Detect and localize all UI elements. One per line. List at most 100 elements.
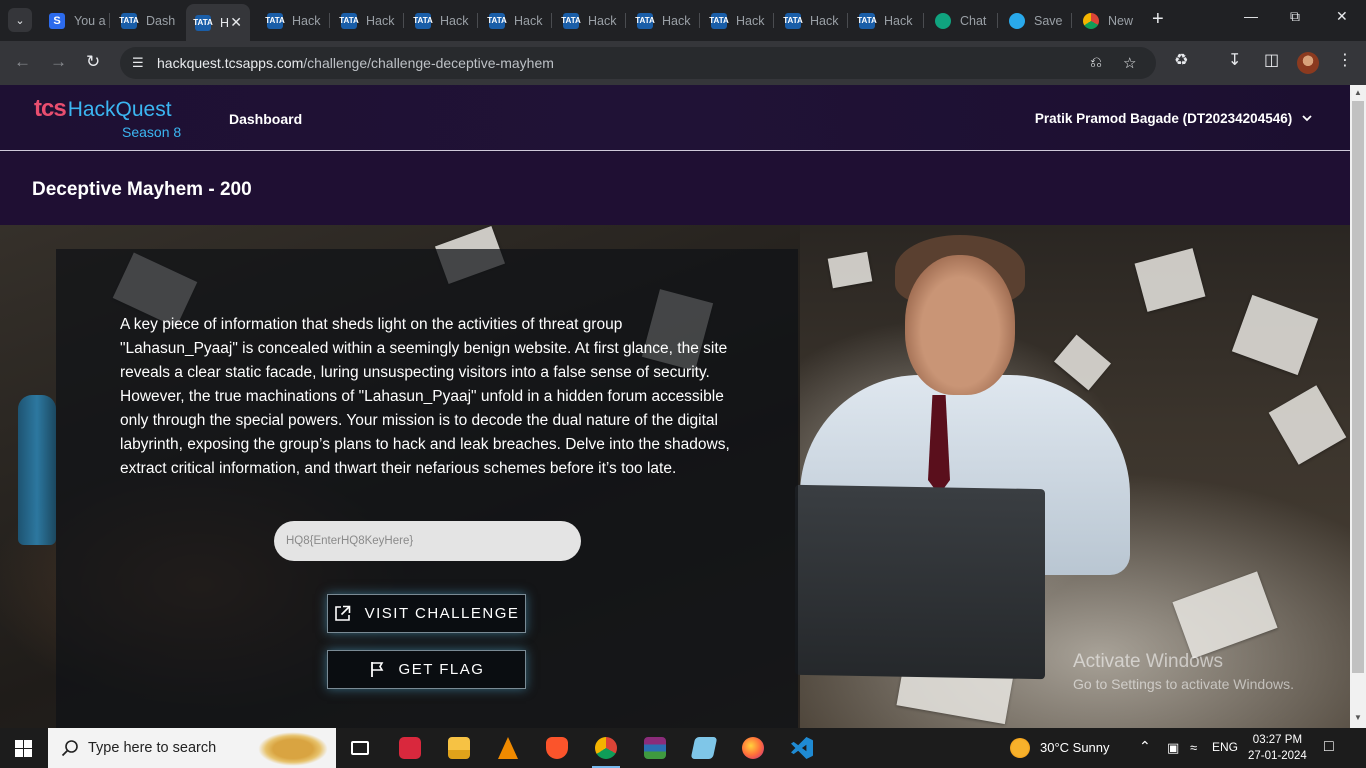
browser-tab[interactable]: Chat	[926, 6, 998, 35]
user-menu[interactable]: Pratik Pramod Bagade (DT20234204546)	[1035, 111, 1312, 126]
tab-separator	[477, 13, 478, 28]
browser-tab[interactable]: New	[1074, 6, 1146, 35]
chrome-menu-icon[interactable]: ⋮	[1337, 53, 1353, 69]
close-tab-icon[interactable]: ✕	[230, 14, 242, 31]
profile-avatar[interactable]	[1297, 52, 1319, 74]
clock-date: 27-01-2024	[1248, 750, 1307, 762]
visit-challenge-button[interactable]: VISIT CHALLENGE	[327, 594, 526, 633]
browser-tab-label: Hack	[588, 13, 617, 28]
browser-tab[interactable]: TATA H ✕	[186, 4, 250, 41]
forward-icon[interactable]: →	[50, 53, 67, 70]
get-flag-button[interactable]: GET FLAG	[327, 650, 526, 689]
tab-separator	[109, 13, 110, 28]
notifications-icon[interactable]: □	[1324, 738, 1334, 756]
notepad-icon[interactable]	[680, 728, 728, 768]
tata-favicon-icon: TATA	[413, 12, 433, 29]
background-person-face	[905, 255, 1015, 395]
address-bar[interactable]: ☰ hackquest.tcsapps.com/challenge/challe…	[120, 47, 1156, 79]
downloads-icon[interactable]: ↧	[1228, 53, 1241, 69]
background-paper	[1268, 385, 1347, 465]
url-text[interactable]: hackquest.tcsapps.com/challenge/challeng…	[157, 55, 554, 71]
translate-icon[interactable]: ⎌	[1090, 54, 1102, 71]
new-tab-button[interactable]: +	[1152, 9, 1164, 29]
tata-favicon-icon: TATA	[709, 12, 729, 29]
page-scrollbar[interactable]: ▲ ▼	[1350, 85, 1366, 728]
wifi-icon[interactable]: ≈	[1190, 740, 1197, 755]
browser-tab-label: Hack	[514, 13, 543, 28]
minimize-icon[interactable]: —	[1244, 8, 1258, 24]
browser-tab-label: Dash	[146, 13, 176, 28]
screen-recorder-icon[interactable]	[386, 728, 434, 768]
taskbar-clock[interactable]: 03:27 PM 27-01-2024	[1248, 732, 1307, 764]
browser-tab-label: You a	[74, 13, 106, 28]
browser-tab[interactable]: TATA Dash	[112, 6, 184, 35]
nav-dashboard-link[interactable]: Dashboard	[229, 111, 302, 127]
tab-separator	[699, 13, 700, 28]
browser-tab[interactable]: Save	[1000, 6, 1072, 35]
browser-tab-label: H	[220, 15, 230, 30]
tab-search-button[interactable]: ⌄	[8, 8, 32, 32]
browser-tab-label: Chat	[960, 13, 987, 28]
tata-favicon-icon: TATA	[635, 12, 655, 29]
chevron-down-icon	[1302, 110, 1312, 125]
browser-tab[interactable]: TATA Hack	[480, 6, 552, 35]
weather-sun-icon[interactable]	[1010, 738, 1030, 758]
windows-taskbar: Type here to search 30°C Sunny ⌃ ▣ ≈ ENG…	[0, 728, 1366, 768]
extensions-icon[interactable]: ♻	[1174, 53, 1188, 69]
network-icon[interactable]: ▣	[1167, 740, 1179, 756]
brave-browser-icon[interactable]	[533, 728, 581, 768]
reload-icon[interactable]: ↻	[86, 53, 100, 70]
browser-tab[interactable]: TATA Hack	[850, 6, 924, 35]
browser-tab[interactable]: TATA Hack	[628, 6, 700, 35]
bookmark-star-icon[interactable]: ☆	[1123, 54, 1136, 72]
firefox-icon[interactable]	[729, 728, 777, 768]
taskbar-search[interactable]: Type here to search	[48, 728, 336, 768]
tab-separator	[773, 13, 774, 28]
hackquest-logo[interactable]: tcsHackQuest Season 8	[34, 95, 181, 140]
browser-tab-label: Save	[1034, 13, 1063, 28]
task-view-icon[interactable]	[336, 728, 384, 768]
browser-tab[interactable]: TATA Hack	[776, 6, 848, 35]
s-favicon-icon: S	[49, 12, 65, 29]
tab-separator	[1071, 13, 1072, 28]
browser-tab-label: Hack	[440, 13, 469, 28]
search-icon	[61, 740, 78, 757]
tab-separator	[329, 13, 330, 28]
chrome-icon[interactable]	[582, 728, 630, 768]
tab-separator	[625, 13, 626, 28]
browser-tab[interactable]: TATA Hack	[554, 6, 626, 35]
side-panel-icon[interactable]: ◫	[1264, 53, 1279, 69]
language-indicator[interactable]: ENG	[1212, 740, 1238, 754]
browser-tab[interactable]: TATA Hack	[406, 6, 478, 35]
browser-tab[interactable]: TATA Hack	[258, 6, 330, 35]
back-icon[interactable]: ←	[14, 53, 31, 70]
vlc-icon[interactable]	[484, 728, 532, 768]
browser-tab[interactable]: TATA Hack	[702, 6, 774, 35]
scroll-up-icon[interactable]: ▲	[1354, 88, 1362, 97]
browser-tab[interactable]: S You a	[40, 6, 110, 35]
clock-time: 03:27 PM	[1252, 734, 1303, 746]
challenge-hero: A key piece of information that sheds li…	[0, 225, 1350, 728]
tata-favicon-icon: TATA	[119, 12, 139, 29]
file-explorer-icon[interactable]	[435, 728, 483, 768]
background-paper	[827, 251, 873, 289]
challenge-title-bar: Deceptive Mayhem - 200	[0, 152, 1350, 225]
windows-start-icon[interactable]	[15, 740, 32, 757]
tray-overflow-icon[interactable]: ⌃	[1139, 738, 1151, 755]
scroll-down-icon[interactable]: ▼	[1354, 713, 1362, 722]
tab-separator	[997, 13, 998, 28]
restore-icon[interactable]: ⧉	[1290, 8, 1300, 25]
site-info-icon[interactable]: ☰	[132, 55, 148, 71]
scrollbar-thumb[interactable]	[1352, 101, 1364, 673]
browser-toolbar: ← → ↻ ☰ hackquest.tcsapps.com/challenge/…	[0, 41, 1366, 85]
visit-challenge-label: VISIT CHALLENGE	[364, 605, 520, 622]
vscode-icon[interactable]	[778, 728, 826, 768]
flag-input[interactable]	[274, 521, 581, 561]
background-paper	[1054, 334, 1111, 391]
get-flag-label: GET FLAG	[398, 661, 485, 678]
weather-text[interactable]: 30°C Sunny	[1040, 740, 1110, 755]
winrar-icon[interactable]	[631, 728, 679, 768]
browser-tab[interactable]: TATA Hack	[332, 6, 404, 35]
close-window-icon[interactable]: ✕	[1336, 8, 1348, 25]
tab-separator	[847, 13, 848, 28]
